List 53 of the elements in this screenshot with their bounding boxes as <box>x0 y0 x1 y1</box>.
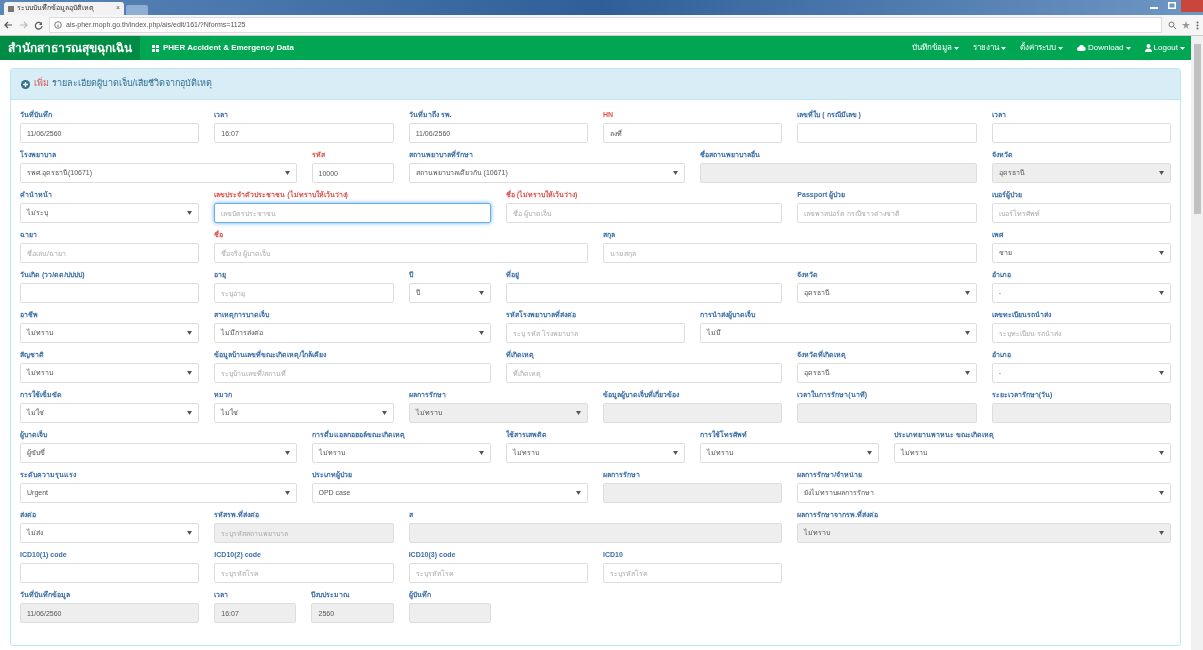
close-button[interactable] <box>1181 0 1203 12</box>
caret-icon <box>284 171 290 175</box>
caret-icon <box>1125 46 1131 50</box>
caret-icon <box>1159 171 1164 175</box>
caret-icon <box>478 331 484 335</box>
caret-icon <box>964 291 970 295</box>
forward-icon[interactable] <box>19 21 28 29</box>
plus-circle-icon <box>21 79 30 89</box>
caret-icon <box>1159 371 1164 375</box>
caret-icon <box>187 531 193 535</box>
caret-icon <box>673 451 679 455</box>
caret-icon <box>1057 46 1063 50</box>
caret-icon <box>478 291 484 295</box>
caret-icon <box>187 331 193 335</box>
scrollbar[interactable] <box>1191 36 1203 650</box>
caret-icon <box>1000 46 1006 50</box>
caret-icon <box>284 451 290 455</box>
scrollbar-thumb[interactable] <box>1193 44 1201 214</box>
reload-icon[interactable] <box>34 20 43 30</box>
caret-icon <box>1159 291 1164 295</box>
caret-icon <box>478 451 484 455</box>
page-icon <box>8 5 14 12</box>
back-icon[interactable] <box>4 21 13 29</box>
caret-icon <box>187 371 193 375</box>
panel-title: เพิ่ม รายละเอียดผู้บาดเจ็บ/เสียชีวิตจากอุบัติเหตุ <box>34 77 213 91</box>
caret-icon <box>576 411 581 415</box>
caret-icon <box>953 46 959 50</box>
cloud-icon <box>1076 45 1086 51</box>
caret-icon <box>867 451 873 455</box>
menu-icon[interactable] <box>1196 20 1199 30</box>
caret-icon <box>673 171 679 175</box>
caret-icon <box>964 371 970 375</box>
caret-icon <box>381 411 387 415</box>
caret-icon <box>576 491 581 495</box>
zoom-icon[interactable] <box>1168 21 1176 29</box>
caret-icon <box>1180 46 1185 50</box>
caret-icon <box>1159 531 1164 535</box>
star-icon[interactable] <box>1182 21 1190 29</box>
caret-icon <box>284 491 290 495</box>
caret-icon <box>187 211 193 215</box>
caret-icon <box>187 411 193 415</box>
user-icon <box>1144 44 1152 52</box>
caret-icon <box>1159 451 1164 455</box>
brand-title[interactable]: สำนักสาธารณสุขฉุกเฉิน <box>0 36 140 60</box>
caret-icon <box>1159 491 1164 495</box>
grid-icon <box>152 44 159 52</box>
caret-icon <box>1159 251 1164 255</box>
info-icon <box>54 21 62 29</box>
maximize-icon[interactable] <box>1168 2 1176 9</box>
minimize-icon[interactable] <box>1150 4 1158 9</box>
app-subtitle: PHER Accident & Emergency Data <box>163 42 294 54</box>
caret-icon <box>964 331 970 335</box>
new-tab-button[interactable] <box>126 5 148 15</box>
